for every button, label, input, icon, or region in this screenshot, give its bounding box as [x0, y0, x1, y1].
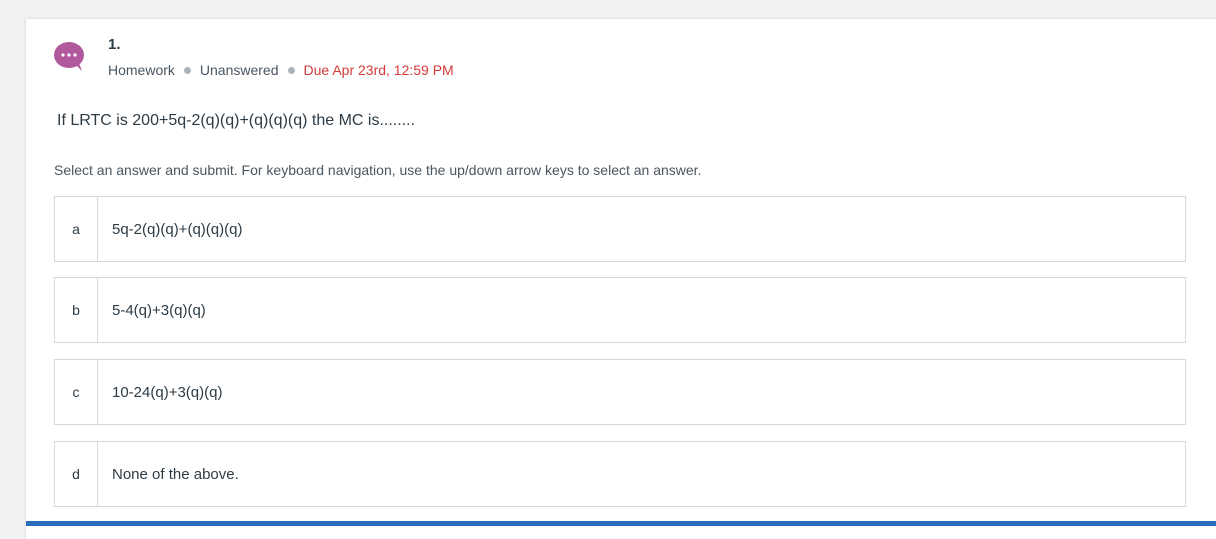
- question-type: Homework: [108, 62, 175, 78]
- answer-option-a[interactable]: a 5q-2(q)(q)+(q)(q)(q): [54, 196, 1186, 262]
- option-text: None of the above.: [112, 465, 239, 483]
- option-letter: c: [55, 360, 98, 424]
- question-number: 1.: [108, 36, 121, 53]
- answer-option-c[interactable]: c 10-24(q)+3(q)(q): [54, 359, 1186, 425]
- option-letter: a: [55, 197, 98, 261]
- option-text: 10-24(q)+3(q)(q): [112, 383, 223, 401]
- question-meta: Homework Unanswered Due Apr 23rd, 12:59 …: [108, 62, 454, 78]
- option-letter: b: [55, 278, 98, 342]
- option-text: 5q-2(q)(q)+(q)(q)(q): [112, 220, 243, 238]
- question-prompt: If LRTC is 200+5q-2(q)(q)+(q)(q)(q) the …: [57, 112, 416, 129]
- option-text: 5-4(q)+3(q)(q): [112, 301, 206, 319]
- due-date: Due Apr 23rd, 12:59 PM: [303, 62, 454, 78]
- accent-bar: [26, 521, 1216, 526]
- answer-option-b[interactable]: b 5-4(q)+3(q)(q): [54, 277, 1186, 343]
- answer-option-d[interactable]: d None of the above.: [54, 441, 1186, 507]
- question-status: Unanswered: [199, 62, 279, 78]
- option-letter: d: [55, 442, 98, 506]
- separator-dot-icon: [287, 66, 295, 74]
- answer-instructions: Select an answer and submit. For keyboar…: [54, 162, 702, 178]
- separator-dot-icon: [183, 66, 191, 74]
- chat-bubble-icon: [54, 41, 86, 71]
